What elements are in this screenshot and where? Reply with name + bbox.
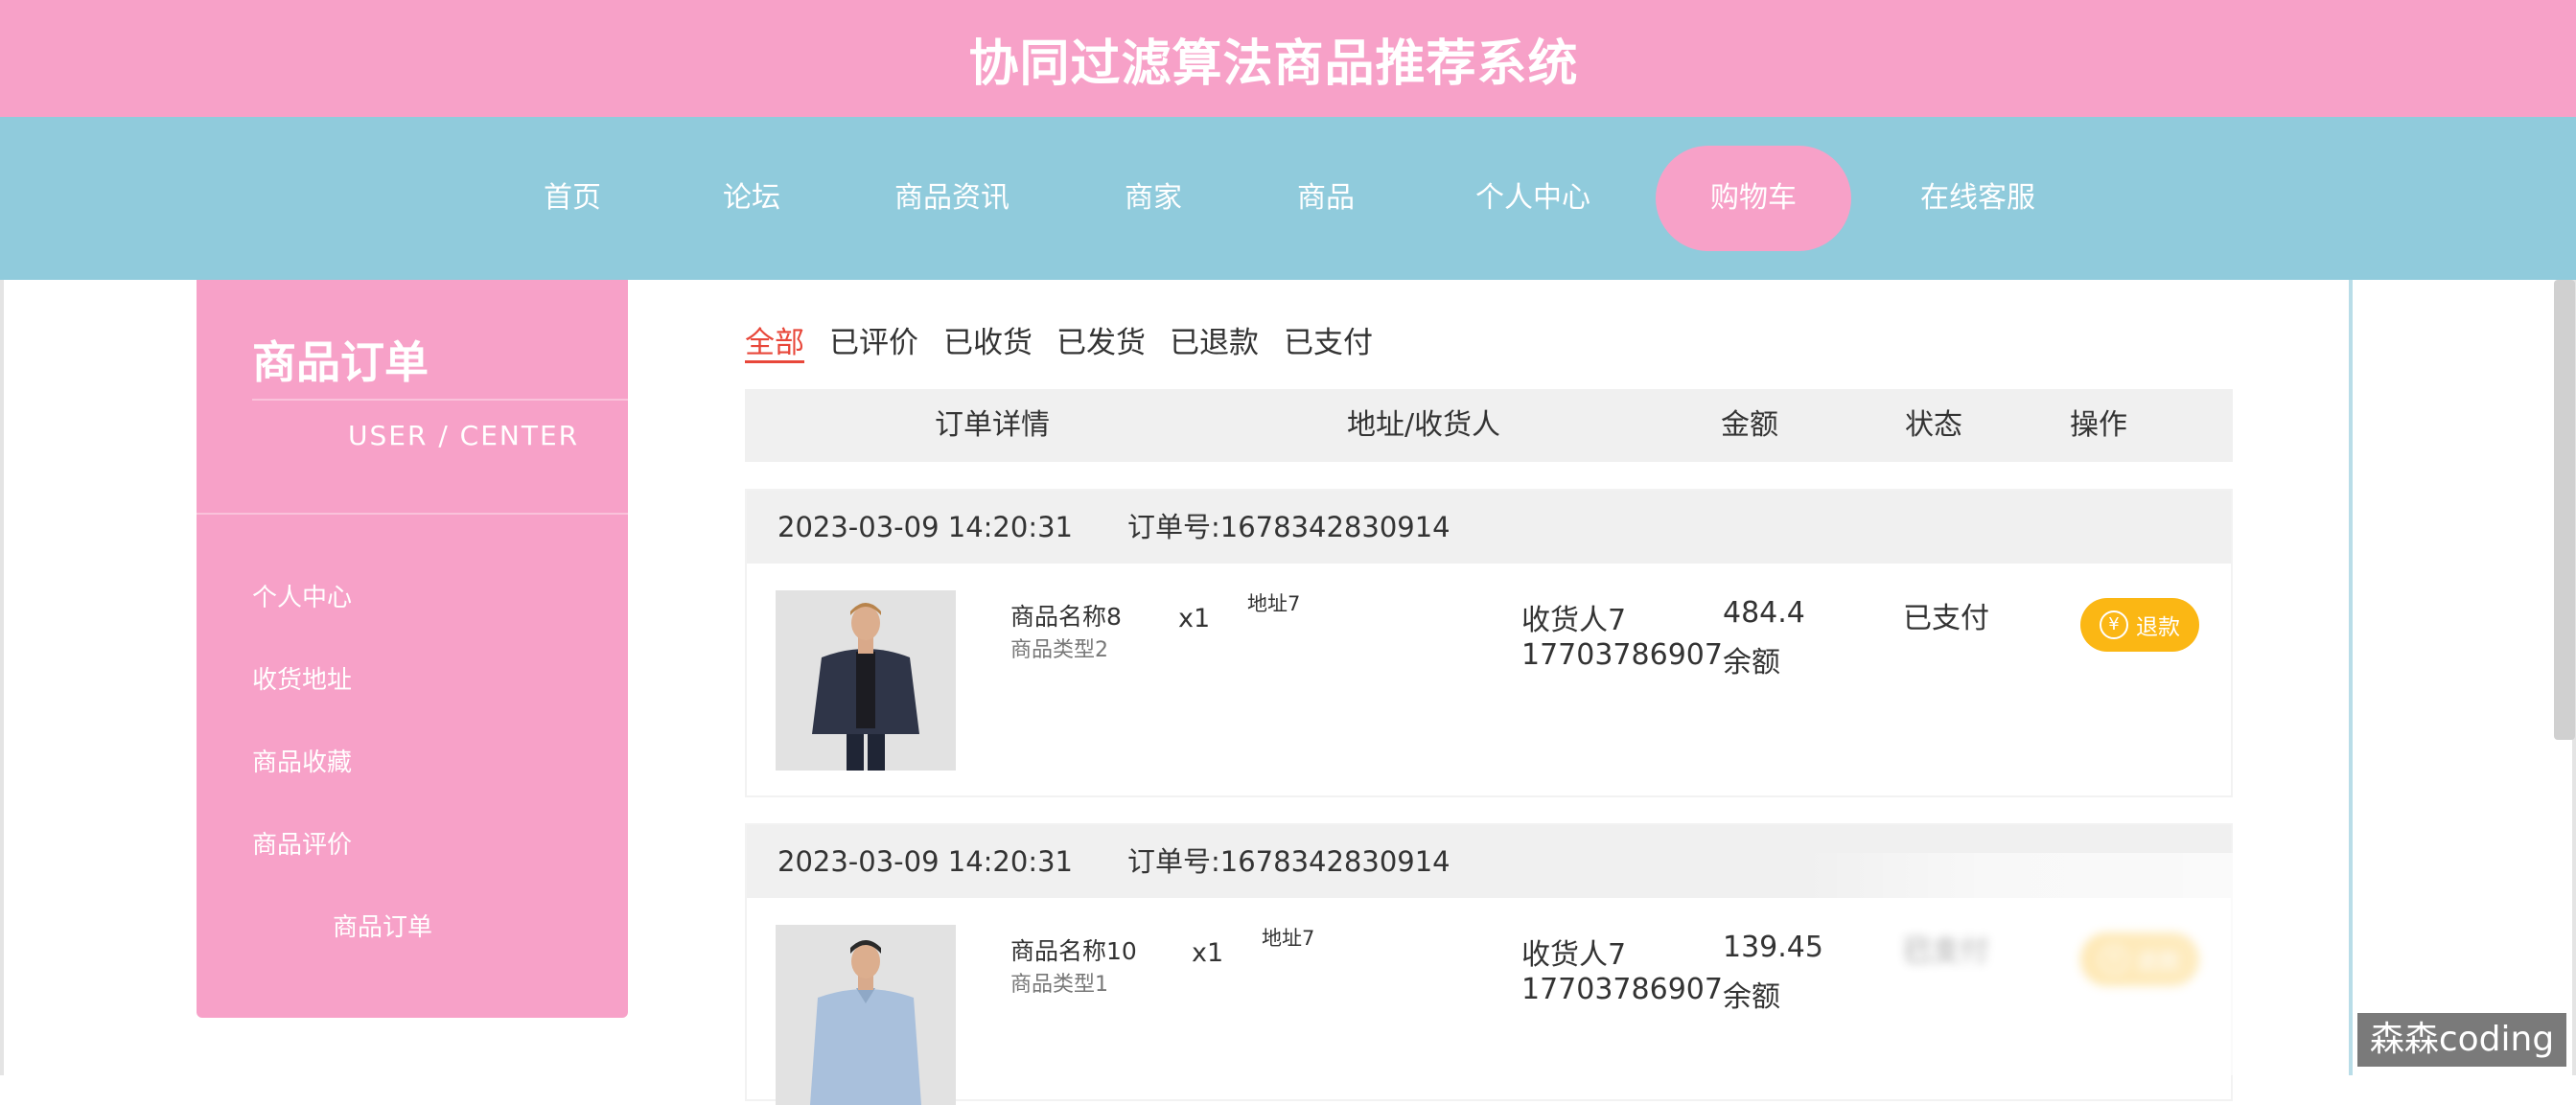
tab-paid[interactable]: 已支付 <box>1284 318 1373 361</box>
sidebar-item-orders[interactable]: 商品订单 <box>333 908 432 943</box>
order-address: 地址7 <box>1262 927 1315 950</box>
column-header-actions: 操作 <box>2070 408 2127 442</box>
tab-reviewed[interactable]: 已评价 <box>829 318 918 361</box>
order-amount: 139.45 <box>1723 931 1823 964</box>
nav-item-products[interactable]: 商品 <box>1297 146 1355 251</box>
order-phone: 17703786907 <box>1521 638 1723 672</box>
sidebar-divider <box>197 513 628 515</box>
product-name[interactable]: 商品名称8 <box>1010 598 1122 633</box>
yen-icon: ¥ <box>2100 945 2128 974</box>
order-card-header: 2023-03-09 14:20:31 订单号:1678342830914 <box>747 825 2231 898</box>
page-scrollbar[interactable] <box>2554 280 2575 740</box>
product-image[interactable] <box>776 925 956 1105</box>
nav-item-cart[interactable]: 购物车 <box>1656 146 1851 251</box>
nav-item-user-center[interactable]: 个人中心 <box>1475 146 1590 251</box>
product-photo-shirt-icon <box>776 925 956 1105</box>
product-image[interactable] <box>776 590 956 771</box>
nav-item-product-news[interactable]: 商品资讯 <box>894 146 1010 251</box>
sidebar-item-reviews[interactable]: 商品评价 <box>252 825 352 861</box>
order-amount: 484.4 <box>1723 596 1805 630</box>
product-photo-jacket-icon <box>776 590 956 771</box>
sidebar-title: 商品订单 <box>252 336 429 388</box>
page-edge <box>0 280 4 1075</box>
refund-label: 退款 <box>2136 615 2180 640</box>
sidebar-item-favorites[interactable]: 商品收藏 <box>252 743 352 778</box>
refund-button[interactable]: ¥ 退款 <box>2080 932 2199 986</box>
order-status: 已支付 <box>1903 602 1989 635</box>
refund-button[interactable]: ¥ 退款 <box>2080 598 2199 652</box>
nav-item-merchants[interactable]: 商家 <box>1125 146 1182 251</box>
product-name[interactable]: 商品名称10 <box>1010 932 1137 967</box>
column-header-address: 地址/收货人 <box>1346 408 1501 442</box>
order-card-header: 2023-03-09 14:20:31 订单号:1678342830914 <box>747 491 2231 564</box>
order-receiver: 收货人7 <box>1521 938 1627 972</box>
refund-label: 退款 <box>2136 950 2180 975</box>
nav-item-home[interactable]: 首页 <box>544 146 601 251</box>
product-type: 商品类型2 <box>1010 638 1108 662</box>
sidebar-item-user-center[interactable]: 个人中心 <box>252 578 352 613</box>
column-header-amount: 金额 <box>1721 408 1778 442</box>
tab-received[interactable]: 已收货 <box>943 318 1033 361</box>
order-number: 订单号:1678342830914 <box>1127 845 1450 878</box>
column-header-order-details: 订单详情 <box>935 408 1050 442</box>
watermark: 森森coding <box>2357 1013 2566 1067</box>
nav-item-online-service[interactable]: 在线客服 <box>1920 146 2035 251</box>
user-center-sidebar: 商品订单 USER / CENTER 个人中心 收货地址 商品收藏 商品评价 商… <box>197 280 628 1018</box>
order-receiver: 收货人7 <box>1521 604 1627 637</box>
main-nav: 首页 论坛 商品资讯 商家 商品 个人中心 购物车 在线客服 <box>0 117 2576 280</box>
order-payment-method: 余额 <box>1723 646 1780 679</box>
order-status: 已支付 <box>1903 934 1989 968</box>
content-border <box>2349 280 2353 1075</box>
sidebar-item-shipping-address[interactable]: 收货地址 <box>252 660 352 696</box>
order-quantity: x1 <box>1192 938 1224 968</box>
site-header: 协同过滤算法商品推荐系统 <box>0 0 2576 117</box>
product-type: 商品类型1 <box>1010 973 1108 997</box>
order-card: 2023-03-09 14:20:31 订单号:1678342830914 商品… <box>745 489 2233 797</box>
tab-all[interactable]: 全部 <box>745 318 804 361</box>
order-time: 2023-03-09 14:20:31 <box>777 845 1073 878</box>
orders-table-header: 订单详情 地址/收货人 金额 状态 操作 <box>745 389 2233 462</box>
order-number: 订单号:1678342830914 <box>1127 511 1450 543</box>
tab-shipped[interactable]: 已发货 <box>1056 318 1146 361</box>
order-address: 地址7 <box>1247 592 1301 615</box>
sidebar-subtitle: USER / CENTER <box>348 420 580 451</box>
order-time: 2023-03-09 14:20:31 <box>777 511 1073 543</box>
column-header-status: 状态 <box>1905 408 1962 442</box>
order-quantity: x1 <box>1178 604 1211 633</box>
nav-item-forum[interactable]: 论坛 <box>723 146 780 251</box>
sidebar-divider <box>252 399 628 401</box>
yen-icon: ¥ <box>2100 610 2128 639</box>
tab-refunded[interactable]: 已退款 <box>1170 318 1259 361</box>
order-payment-method: 余额 <box>1723 980 1780 1014</box>
order-phone: 17703786907 <box>1521 973 1723 1006</box>
order-card: 2023-03-09 14:20:31 订单号:1678342830914 商品… <box>745 823 2233 1105</box>
site-title: 协同过滤算法商品推荐系统 <box>968 35 1579 93</box>
active-tab-underline <box>745 360 804 363</box>
